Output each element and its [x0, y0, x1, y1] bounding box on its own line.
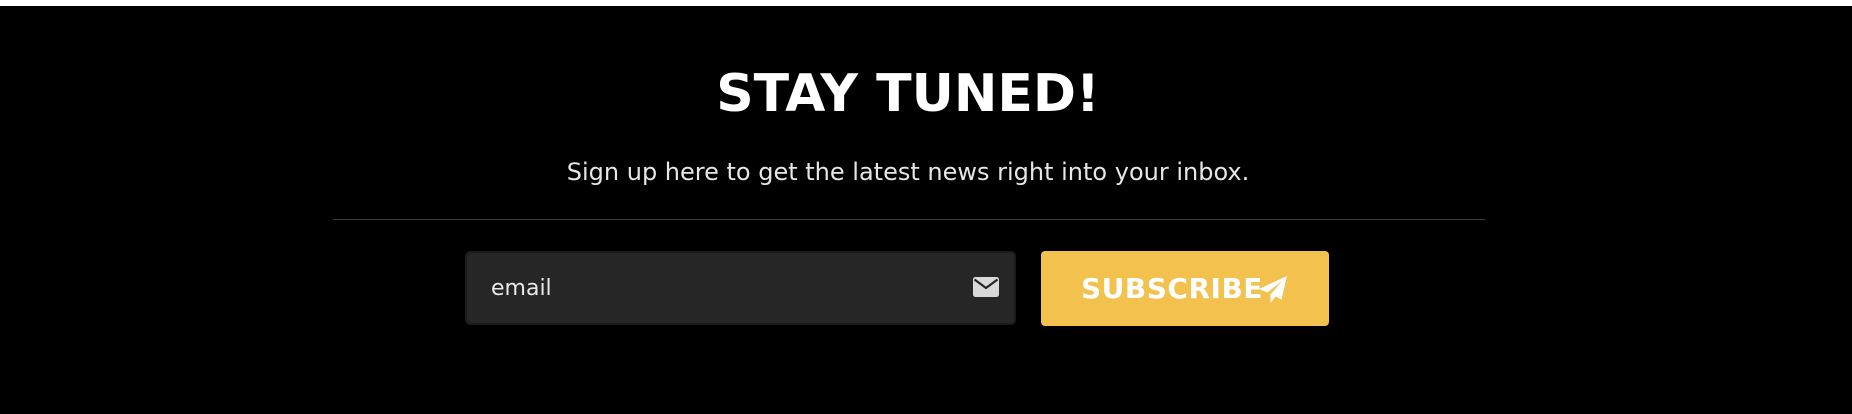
email-input[interactable]: [467, 253, 947, 323]
subscribe-button[interactable]: SUBSCRIBE: [1041, 251, 1329, 326]
paper-plane-icon: [1259, 276, 1287, 303]
subscribe-label: SUBSCRIBE: [1081, 272, 1263, 305]
newsletter-title: STAY TUNED!: [716, 64, 1100, 124]
divider: [333, 219, 1485, 220]
email-field-wrapper: [465, 251, 1016, 325]
newsletter-section: STAY TUNED! Sign up here to get the late…: [0, 6, 1852, 414]
envelope-icon: [973, 277, 999, 297]
newsletter-subtitle: Sign up here to get the latest news righ…: [566, 158, 1250, 186]
